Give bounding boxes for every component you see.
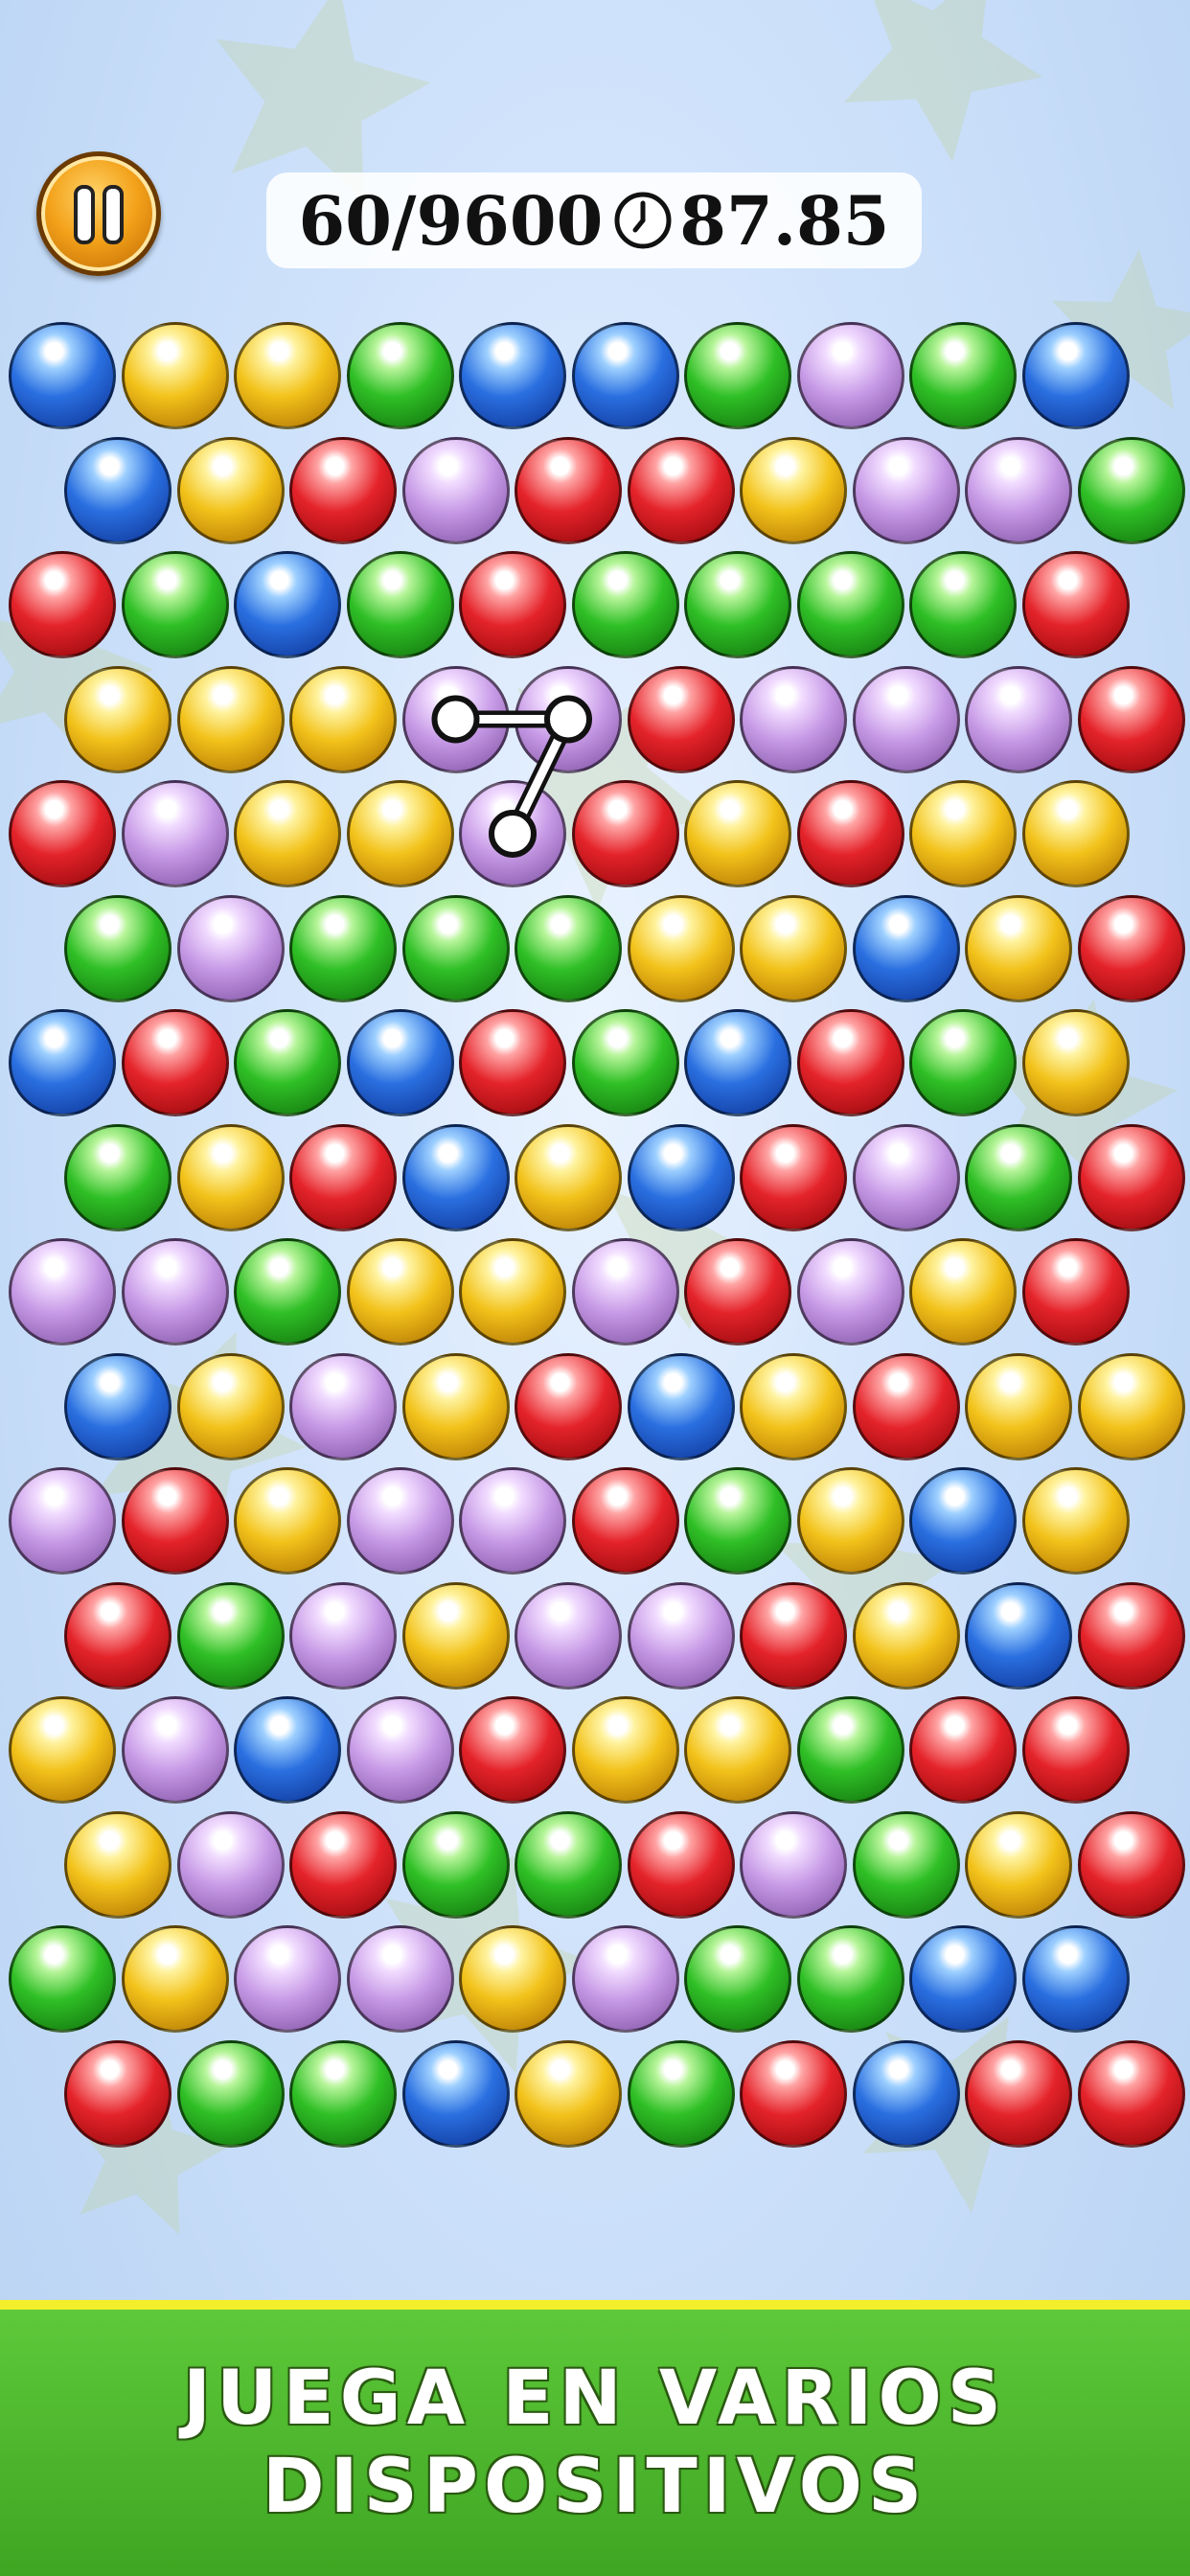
clock-icon [612,190,674,251]
banner-line-2: DISPOSITIVOS [262,2444,928,2530]
banner-line-1: JUEGA EN VARIOS [183,2356,1007,2442]
selection-chain [431,695,592,858]
timer-text: 87.85 [679,180,890,261]
chain-node [544,695,592,744]
chain-node [431,695,480,744]
pause-button[interactable] [36,151,161,276]
score-panel: 60/9600 87.85 [266,172,922,268]
score-text: 60/9600 [298,180,604,261]
chain-node [489,810,537,858]
promo-banner: JUEGA EN VARIOS DISPOSITIVOS [0,2300,1190,2576]
